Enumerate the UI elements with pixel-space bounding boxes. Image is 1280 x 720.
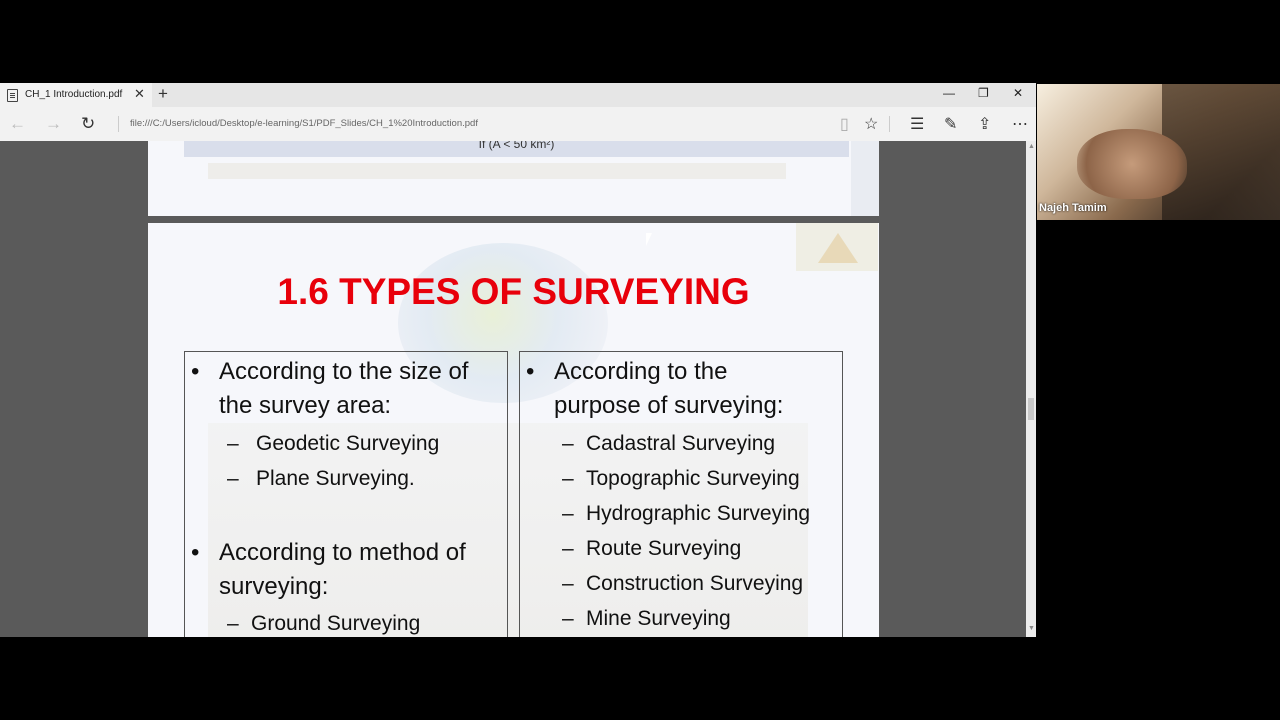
background-image xyxy=(208,163,786,179)
list-item: purpose of surveying: xyxy=(554,389,783,423)
dash-icon: – xyxy=(562,502,574,525)
list-item: • According to the xyxy=(526,355,728,389)
sub-item: – Cadastral Surveying xyxy=(562,432,776,456)
scrollbar-thumb[interactable] xyxy=(1028,398,1034,420)
refresh-icon[interactable]: ↻ xyxy=(81,114,95,134)
sub-item: – Topographic Surveying xyxy=(562,467,800,491)
sub-item-label: Cadastral Surveying xyxy=(586,432,776,455)
tab-title: CH_1 Introduction.pdf xyxy=(25,89,123,100)
pdf-viewer[interactable]: If (A < 50 km²) 1.6 TYPES OF SURVEYING •… xyxy=(0,141,1036,637)
list-item: the survey area: xyxy=(219,389,391,423)
list-item: surveying: xyxy=(219,570,328,604)
sub-item-label: Ground Surveying xyxy=(251,612,421,635)
scroll-down-icon[interactable]: ▼ xyxy=(1028,625,1035,632)
dash-icon: – xyxy=(227,467,239,490)
sub-item: – Mine Surveying xyxy=(562,607,731,631)
reading-view-icon[interactable]: ▯ xyxy=(840,114,849,134)
bullet-icon: • xyxy=(191,358,200,385)
formula-text: If (A < 50 km²) xyxy=(478,141,555,151)
formula-band: If (A < 50 km²) xyxy=(184,141,849,157)
dash-icon: – xyxy=(562,607,574,630)
university-logo xyxy=(796,223,878,271)
left-item2-line1: According to method of xyxy=(219,539,466,566)
sub-item: – Hydrographic Surveying xyxy=(562,502,811,526)
bullet-icon: • xyxy=(191,539,200,566)
restore-button[interactable]: ❐ xyxy=(978,86,989,100)
scroll-up-icon[interactable]: ▲ xyxy=(1028,143,1035,150)
left-column-box: • According to the size of the survey ar… xyxy=(184,351,508,637)
dash-icon: – xyxy=(562,537,574,560)
pdf-document-icon xyxy=(7,89,18,102)
hub-icon[interactable]: ☰ xyxy=(910,114,924,134)
left-item1-line2: the survey area: xyxy=(219,392,392,419)
list-item: • According to the size of xyxy=(191,355,469,389)
sub-item: – Construction Surveying xyxy=(562,572,804,596)
sub-item: – Plane Surveying. xyxy=(227,467,415,491)
navigation-bar: ← → ↻ file:///C:/Users/icloud/Desktop/e-… xyxy=(0,107,1036,141)
minimize-button[interactable]: — xyxy=(943,86,955,100)
slide-title: 1.6 TYPES OF SURVEYING xyxy=(277,271,750,312)
right-column-box: • According to the purpose of surveying:… xyxy=(519,351,843,637)
sub-item-label: Geodetic Surveying xyxy=(256,432,440,455)
page-edge-decoration xyxy=(851,141,879,216)
sub-item-label: Mine Surveying xyxy=(586,607,731,630)
sub-item-label: Route Surveying xyxy=(586,537,742,560)
participant-name: Najeh Tamim xyxy=(1039,202,1107,214)
dash-icon: – xyxy=(227,612,239,635)
tab-close-icon[interactable]: ✕ xyxy=(134,86,145,102)
sub-item: – Ground Surveying xyxy=(227,612,421,636)
new-tab-button[interactable]: + xyxy=(158,84,168,104)
sub-item-label: Topographic Surveying xyxy=(586,467,800,490)
right-item1-line2: purpose of surveying: xyxy=(554,392,784,419)
favorite-star-icon[interactable]: ☆ xyxy=(864,114,878,134)
left-item1-line1: According to the size of xyxy=(219,358,469,385)
list-item: • According to method of xyxy=(191,536,466,570)
pdf-page-slide: 1.6 TYPES OF SURVEYING • According to th… xyxy=(148,223,879,637)
address-separator xyxy=(118,116,119,132)
tab-pdf[interactable]: CH_1 Introduction.pdf ✕ xyxy=(0,83,152,107)
dash-icon: – xyxy=(562,432,574,455)
pdf-page-previous: If (A < 50 km²) xyxy=(148,141,879,216)
right-item1-line1: According to the xyxy=(554,358,728,385)
webcam-video-feed: Najeh Tamim xyxy=(1037,84,1280,220)
toolbar-separator xyxy=(889,116,890,132)
dash-icon: – xyxy=(562,572,574,595)
sub-item-label: Plane Surveying. xyxy=(256,467,415,490)
dash-icon: – xyxy=(562,467,574,490)
left-item2-line2: surveying: xyxy=(219,573,329,600)
tab-bar: CH_1 Introduction.pdf ✕ + — ❐ ✕ xyxy=(0,83,1036,107)
sub-item: – Route Surveying xyxy=(562,537,742,561)
forward-icon[interactable]: → xyxy=(45,114,62,134)
back-icon[interactable]: ← xyxy=(9,114,26,134)
dash-icon: – xyxy=(227,432,239,455)
close-window-button[interactable]: ✕ xyxy=(1013,86,1023,100)
address-bar[interactable]: file:///C:/Users/icloud/Desktop/e-learni… xyxy=(130,118,478,129)
bullet-icon: • xyxy=(526,358,535,385)
sub-item-label: Hydrographic Surveying xyxy=(586,502,811,525)
sub-item-label: Construction Surveying xyxy=(586,572,804,595)
sub-item: – Geodetic Surveying xyxy=(227,432,440,456)
vertical-scrollbar[interactable]: ▲ ▼ xyxy=(1026,141,1036,637)
web-note-icon[interactable]: ✎ xyxy=(944,114,957,134)
browser-window: CH_1 Introduction.pdf ✕ + — ❐ ✕ ← → ↻ fi… xyxy=(0,83,1036,637)
mouse-cursor-icon xyxy=(645,232,653,247)
more-icon[interactable]: ⋯ xyxy=(1012,114,1028,134)
share-icon[interactable]: ⇪ xyxy=(978,114,991,134)
participant-hands xyxy=(1077,129,1187,199)
